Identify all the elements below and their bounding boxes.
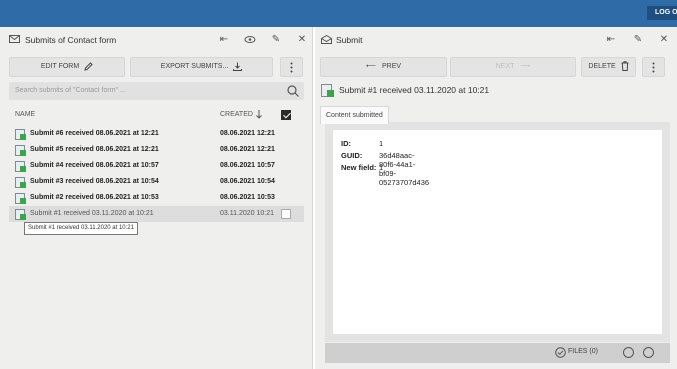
close-icon[interactable]: ✕ [296, 34, 308, 45]
content-area: ID: 1 GUID: 36d48aac-80f6-44a1-bf09-0527… [325, 122, 670, 342]
close-icon[interactable]: ✕ [658, 34, 670, 45]
pin-icon[interactable]: ✎ [632, 34, 644, 45]
field-row: ID: 1 [341, 139, 383, 148]
content-box: ID: 1 GUID: 36d48aac-80f6-44a1-bf09-0527… [333, 130, 662, 334]
select-all-checkbox[interactable] [281, 110, 291, 120]
files-button[interactable]: FILES (0) [568, 348, 598, 355]
col-name-header[interactable]: NAME [15, 111, 35, 118]
panel-title-bar: Submit ⇤ ✎ ✕ [315, 27, 677, 51]
submit-file-icon [15, 129, 26, 140]
footer-bar: FILES (0) [325, 343, 670, 363]
list-item[interactable]: Submit #6 received 08.06.2021 at 12:21 0… [9, 126, 304, 142]
list-item[interactable]: Submit #4 received 08.06.2021 at 10:57 0… [9, 158, 304, 174]
trash-icon [621, 61, 629, 72]
submit-created: 08.06.2021 10:53 [220, 194, 275, 201]
field-label: New field: [341, 163, 377, 172]
field-value: 36d48aac-80f6-44a1-bf09-05273707d436 [379, 151, 430, 187]
submits-list: Submit #6 received 08.06.2021 at 12:21 0… [9, 126, 304, 222]
field-label: GUID: [341, 151, 363, 160]
submit-detail-panel: Submit ⇤ ✎ ✕ ⟵ PREV NEXT ⟶ DELETE Submit… [315, 27, 677, 369]
search-icon[interactable] [287, 85, 299, 97]
next-button[interactable]: NEXT ⟶ [450, 57, 576, 77]
edit-form-button[interactable]: EDIT FORM [9, 57, 125, 77]
row-tooltip: Submit #1 received 03.11.2020 at 10:21 [24, 222, 138, 235]
top-bar: LOG O [0, 0, 677, 27]
field-row: New field: 1 [341, 163, 383, 172]
edit-form-label: EDIT FORM [40, 63, 80, 70]
col-created-header[interactable]: CREATED [220, 111, 253, 118]
collapse-left-icon[interactable]: ⇤ [605, 34, 617, 45]
submit-created: 08.06.2021 10:57 [220, 162, 275, 169]
submit-title: Submit #1 received 03.11.2020 at 10:21 [339, 85, 490, 95]
next-label: NEXT [495, 63, 515, 70]
submit-created: 03.11.2020 10:21 [220, 210, 274, 217]
logout-button[interactable]: LOG O [647, 6, 677, 20]
submit-file-icon [15, 145, 26, 156]
list-item[interactable]: Submit #3 received 08.06.2021 at 10:54 0… [9, 174, 304, 190]
search-placeholder: Search submits of "Contact form" ... [15, 87, 126, 94]
prev-label: PREV [381, 63, 402, 70]
list-item-selected[interactable]: Submit #1 received 03.11.2020 at 10:21 0… [9, 206, 304, 222]
delete-label: DELETE [588, 63, 616, 70]
submit-created: 08.06.2021 10:54 [220, 178, 275, 185]
export-submits-button[interactable]: EXPORT SUBMITS... [130, 57, 273, 77]
more-options-button[interactable] [642, 57, 665, 77]
submit-name: Submit #5 received 08.06.2021 at 12:21 [30, 146, 159, 153]
prev-button[interactable]: ⟵ PREV [320, 57, 447, 77]
kebab-icon [652, 62, 655, 73]
submit-file-icon [321, 84, 334, 97]
submit-created: 08.06.2021 12:21 [220, 146, 275, 153]
menu-circle-icon[interactable] [643, 347, 654, 358]
submit-name: Submit #4 received 08.06.2021 at 10:57 [30, 162, 159, 169]
delete-button[interactable]: DELETE [581, 57, 636, 77]
eye-icon[interactable] [244, 34, 256, 45]
submit-file-icon [15, 161, 26, 172]
field-value: 1 [379, 139, 384, 148]
column-header: NAME CREATED [9, 108, 304, 122]
kebab-icon [290, 62, 293, 73]
submit-name: Submit #3 received 08.06.2021 at 10:54 [30, 178, 159, 185]
search-input[interactable]: Search submits of "Contact form" ... [9, 82, 304, 100]
list-item[interactable]: Submit #5 received 08.06.2021 at 12:21 0… [9, 142, 304, 158]
submit-file-icon [15, 209, 26, 220]
submit-name: Submit #6 received 08.06.2021 at 12:21 [30, 130, 159, 137]
submit-name: Submit #1 received 03.11.2020 at 10:21 [30, 210, 154, 217]
collapse-left-icon[interactable]: ⇤ [218, 34, 230, 45]
submit-created: 08.06.2021 12:21 [220, 130, 275, 137]
arrow-left-icon: ⟵ [365, 63, 377, 70]
pencil-icon [84, 61, 93, 71]
download-icon [233, 62, 243, 71]
arrow-right-icon: ⟶ [520, 63, 531, 70]
export-label: EXPORT SUBMITS... [160, 63, 229, 70]
check-circle-icon [555, 347, 566, 358]
field-row: GUID: 36d48aac-80f6-44a1-bf09-05273707d4… [341, 151, 429, 187]
panel-title: Submit [336, 35, 363, 45]
panel-title: Submits of Contact form [25, 35, 117, 45]
row-checkbox[interactable] [281, 209, 291, 219]
submit-file-icon [15, 177, 26, 188]
list-item[interactable]: Submit #2 received 08.06.2021 at 10:53 0… [9, 190, 304, 206]
sort-down-icon[interactable] [255, 109, 263, 120]
submit-name: Submit #2 received 08.06.2021 at 10:53 [30, 194, 159, 201]
envelope-icon [9, 35, 20, 43]
more-options-button[interactable] [280, 57, 303, 77]
panel-title-bar: Submits of Contact form ⇤ ✎ ✕ [0, 27, 312, 51]
pin-icon[interactable]: ✎ [270, 34, 282, 45]
settings-circle-icon[interactable] [623, 347, 634, 358]
field-value: 1 [379, 163, 384, 172]
tab-content-submitted[interactable]: Content submitted [320, 106, 389, 124]
field-label: ID: [341, 139, 351, 148]
envelope-open-icon [321, 35, 332, 44]
submit-file-icon [15, 193, 26, 204]
